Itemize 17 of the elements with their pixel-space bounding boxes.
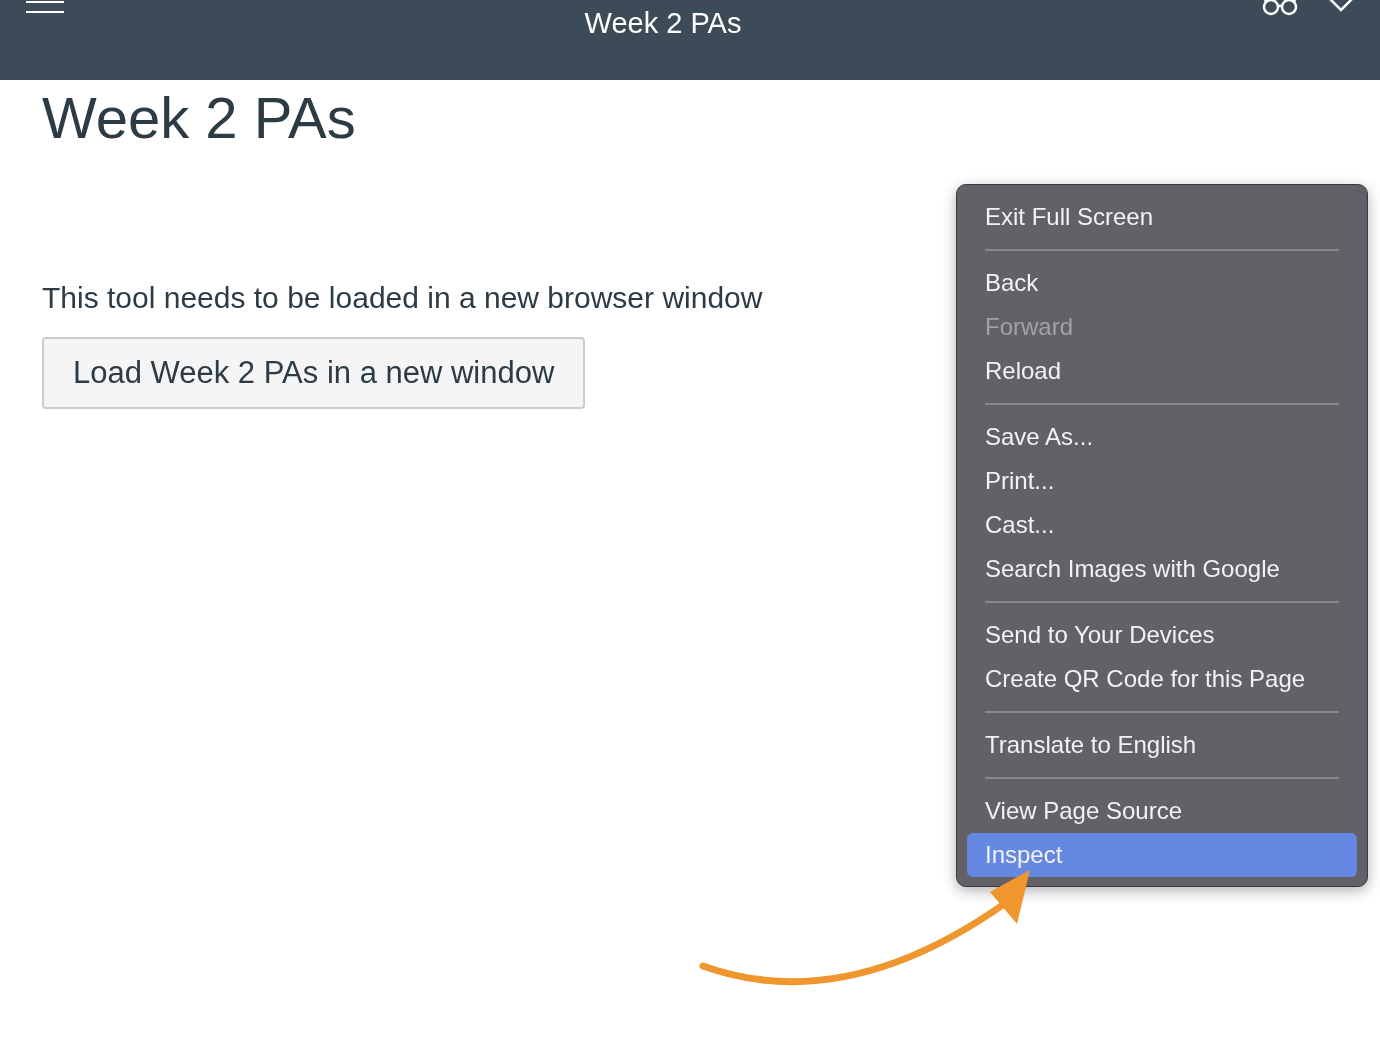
- menu-item[interactable]: Inspect: [967, 833, 1357, 877]
- menu-item[interactable]: Back: [967, 261, 1357, 305]
- menu-item[interactable]: Print...: [967, 459, 1357, 503]
- menu-item[interactable]: Exit Full Screen: [967, 195, 1357, 239]
- menu-item[interactable]: Reload: [967, 349, 1357, 393]
- menu-item[interactable]: Create QR Code for this Page: [967, 657, 1357, 701]
- menu-item[interactable]: Save As...: [967, 415, 1357, 459]
- header-title: Week 2 PAs: [584, 7, 742, 40]
- page-heading: Week 2 PAs: [42, 84, 357, 151]
- load-window-button[interactable]: Load Week 2 PAs in a new window: [42, 337, 586, 409]
- menu-item[interactable]: Cast...: [967, 503, 1357, 547]
- menu-item[interactable]: View Page Source: [967, 789, 1357, 833]
- menu-icon[interactable]: [26, 0, 64, 14]
- menu-item[interactable]: Send to Your Devices: [967, 613, 1357, 657]
- message-text: This tool needs to be loaded in a new browser window: [42, 281, 763, 315]
- menu-item[interactable]: Search Images with Google: [967, 547, 1357, 591]
- menu-item[interactable]: Translate to English: [967, 723, 1357, 767]
